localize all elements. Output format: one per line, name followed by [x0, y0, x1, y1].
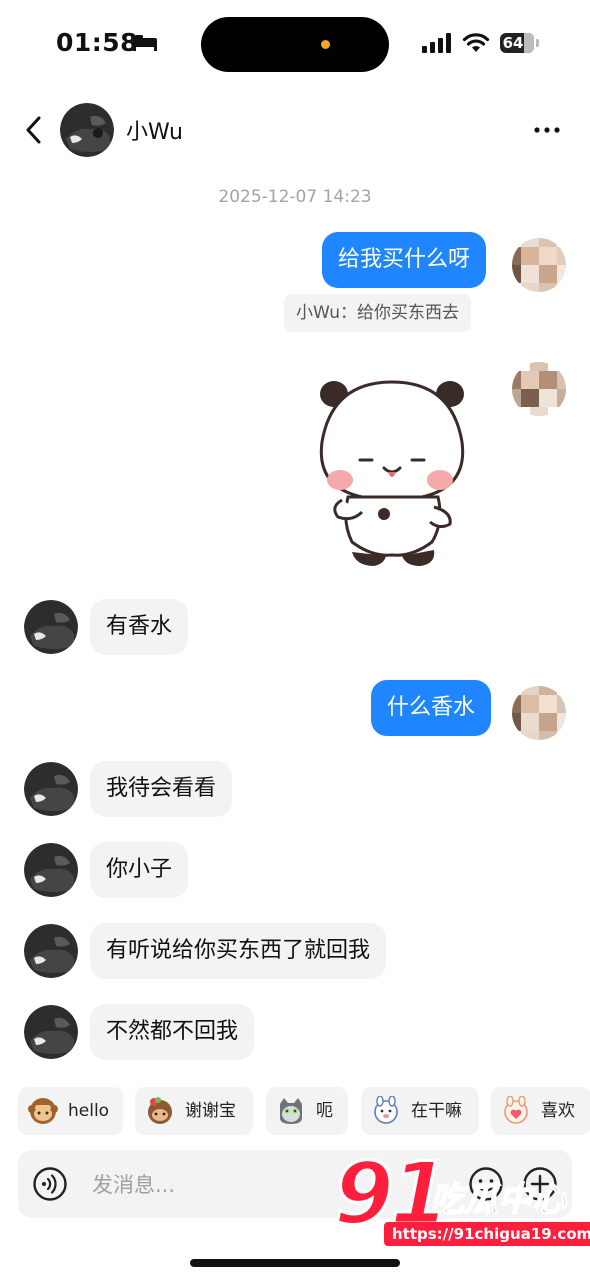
- cat-emoji-icon: [280, 1098, 302, 1124]
- quick-reply-what-doing[interactable]: 在干嘛: [361, 1087, 479, 1135]
- wifi-icon: [462, 33, 490, 52]
- more-options-icon[interactable]: [530, 120, 564, 140]
- sleep-focus-icon: [133, 35, 157, 51]
- quick-reply-label: 呃: [316, 1101, 333, 1121]
- quick-reply-label: 喜欢: [541, 1101, 575, 1121]
- chat-header: 小Wu: [0, 98, 590, 164]
- chat-timestamp: 2025-12-07 14:23: [218, 187, 372, 207]
- contact-avatar-small[interactable]: [24, 1005, 78, 1059]
- back-arrow-icon[interactable]: [20, 114, 48, 146]
- quick-reply-hello[interactable]: hello: [18, 1087, 123, 1135]
- my-avatar[interactable]: [512, 238, 566, 292]
- bunny-emoji-icon: [374, 1096, 398, 1124]
- battery-level: 64: [502, 34, 524, 52]
- status-time: 01:58: [56, 28, 139, 57]
- privacy-indicator-dot: [321, 40, 330, 49]
- dynamic-island: [201, 17, 389, 72]
- panda-bear-sticker[interactable]: [312, 372, 472, 572]
- message-bubble-received[interactable]: 有听说给你买东西了就回我: [90, 923, 387, 979]
- contact-avatar-small[interactable]: [24, 762, 78, 816]
- home-indicator[interactable]: [190, 1259, 400, 1267]
- bunny-heart-emoji-icon: [504, 1096, 528, 1124]
- quoted-reply[interactable]: 小Wu：给你买东西去: [284, 294, 471, 332]
- message-bubble-sent[interactable]: 给我买什么呀: [322, 232, 487, 288]
- message-bubble-received[interactable]: 我待会看看: [90, 761, 233, 817]
- quick-reply-label: 谢谢宝: [185, 1101, 236, 1121]
- battery-icon: 64: [500, 33, 534, 53]
- quick-reply-thanks[interactable]: 谢谢宝: [135, 1087, 253, 1135]
- quick-reply-label: hello: [68, 1101, 110, 1121]
- contact-avatar-small[interactable]: [24, 843, 78, 897]
- watermark-text: 吃瓜中心: [429, 1179, 567, 1221]
- message-bubble-sent[interactable]: 什么香水: [371, 680, 492, 736]
- contact-name[interactable]: 小Wu: [126, 114, 183, 146]
- site-watermark: 91 吃瓜中心 https://91chigua19.com: [330, 1147, 590, 1250]
- quick-reply-er[interactable]: 呃: [266, 1087, 348, 1135]
- watermark-url: https://91chigua19.com: [384, 1222, 590, 1246]
- voice-input-icon[interactable]: [32, 1166, 68, 1202]
- contact-avatar[interactable]: [60, 103, 114, 157]
- monkey-flower-emoji-icon: [148, 1097, 172, 1124]
- message-bubble-received[interactable]: 有香水: [90, 599, 189, 655]
- quick-reply-like[interactable]: 喜欢: [491, 1087, 590, 1135]
- my-avatar[interactable]: [512, 686, 566, 740]
- my-avatar[interactable]: [512, 362, 566, 416]
- contact-avatar-small[interactable]: [24, 600, 78, 654]
- quick-reply-label: 在干嘛: [411, 1101, 462, 1121]
- monkey-emoji-icon: [28, 1098, 58, 1124]
- cellular-signal-icon: [422, 33, 451, 53]
- message-bubble-received[interactable]: 你小子: [90, 842, 189, 898]
- chat-screen: 01:58 64 小Wu 2025-12-07 14:23 给我买什么呀 小Wu…: [0, 0, 590, 1280]
- quick-reply-bar: hello 谢谢宝 呃 在干嘛 喜欢: [18, 1087, 590, 1137]
- status-bar: 01:58 64: [0, 0, 590, 88]
- contact-avatar-small[interactable]: [24, 924, 78, 978]
- message-bubble-received[interactable]: 不然都不回我: [90, 1004, 255, 1060]
